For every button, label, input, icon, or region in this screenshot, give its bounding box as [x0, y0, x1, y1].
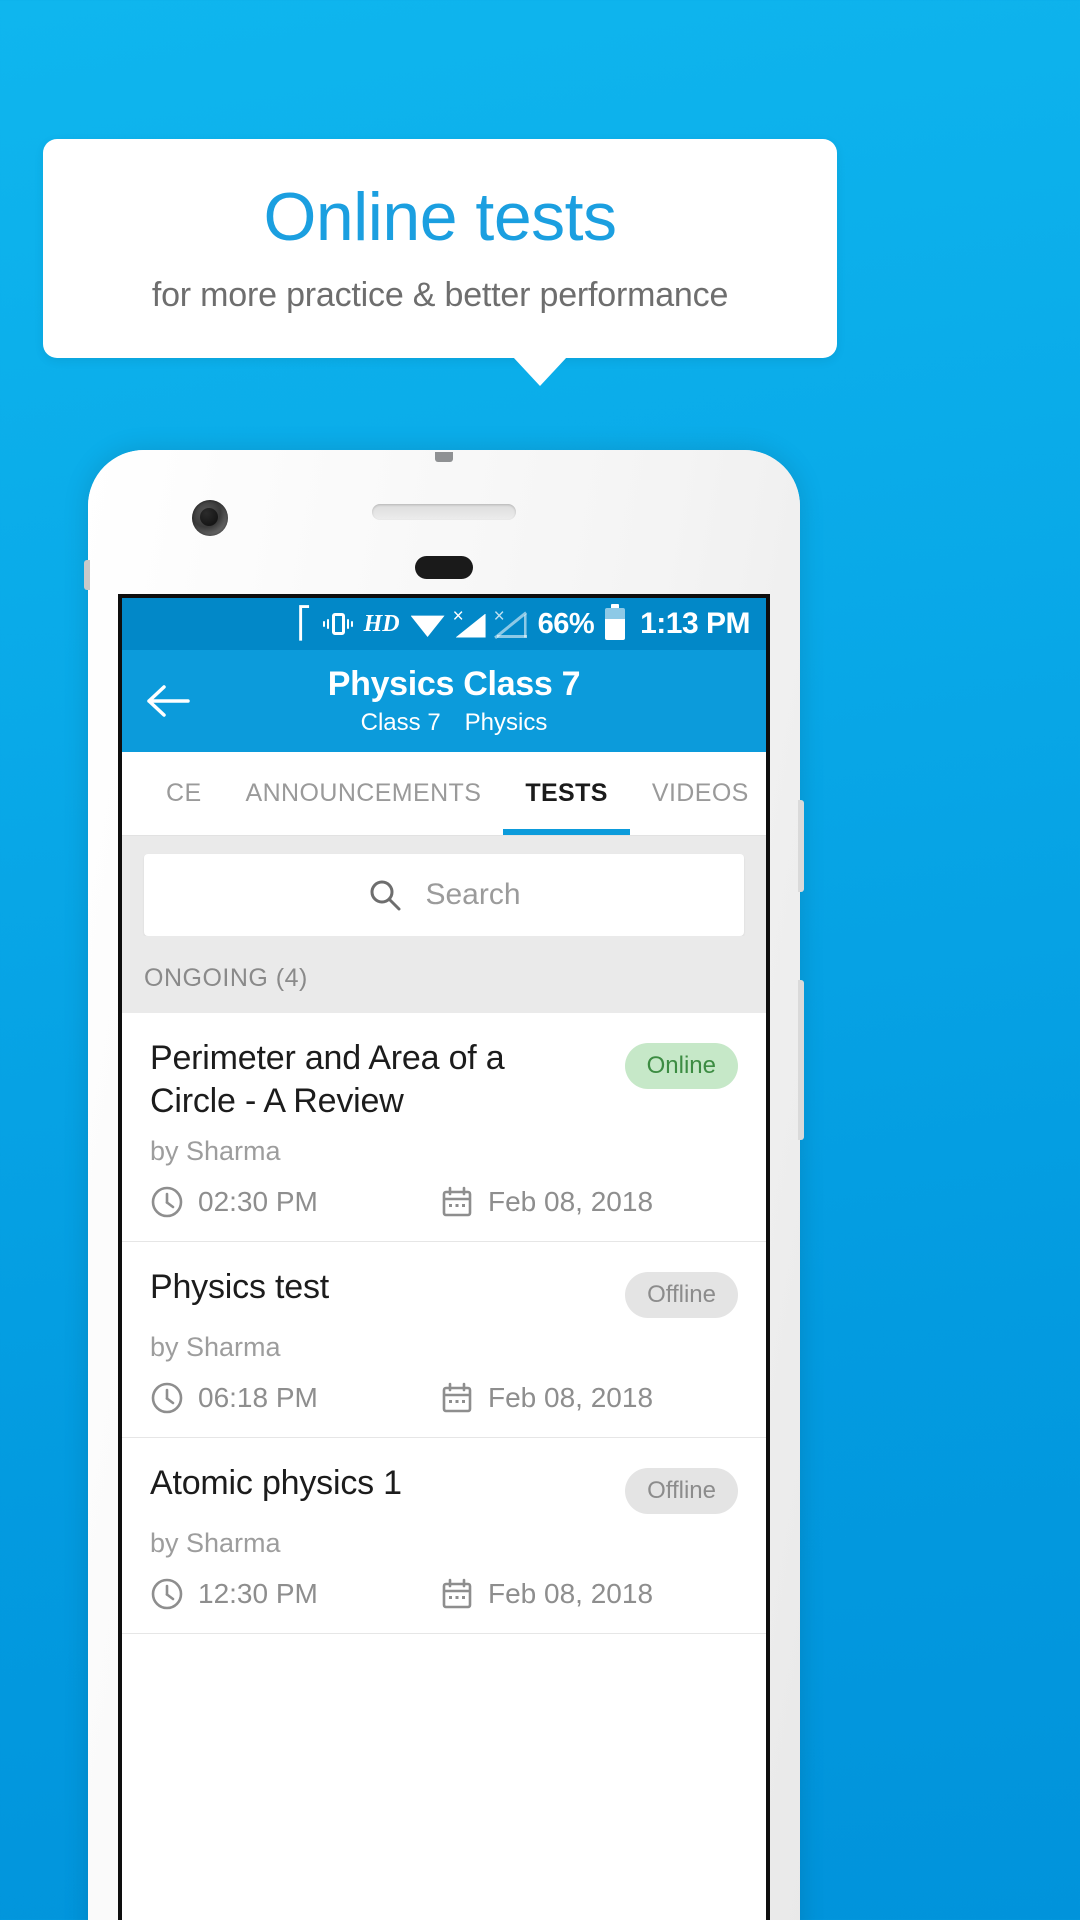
earpiece-speaker: [372, 504, 516, 520]
test-date: Feb 08, 2018: [488, 1186, 654, 1217]
wifi-icon: [410, 615, 445, 637]
clock-icon: [150, 1381, 184, 1415]
card-top-row: Atomic physics 1 Offline: [150, 1462, 738, 1514]
breadcrumb-class: Class 7: [360, 709, 441, 737]
tab-tests[interactable]: TESTS: [503, 752, 630, 835]
breadcrumb-subject: Physics: [464, 709, 548, 737]
test-date: Feb 08, 2018: [488, 1578, 654, 1609]
test-time: 12:30 PM: [198, 1578, 318, 1609]
bluetooth-icon: ⎡: [296, 607, 312, 640]
test-card[interactable]: Physics test Offline by Sharma 06:18 PM: [122, 1242, 766, 1438]
phone-mockup: ⎡ HD × × 66% 1:13 PM Physics Class 7 Cla…: [84, 450, 804, 1920]
tab-ce[interactable]: CE: [144, 752, 224, 835]
test-time-group: 12:30 PM: [150, 1577, 440, 1611]
test-author: by Sharma: [150, 1332, 281, 1362]
callout-tail: [513, 357, 567, 386]
search-input[interactable]: Search: [144, 854, 744, 936]
signal-off-icon: ×: [494, 607, 527, 639]
app-bar: Physics Class 7 Class 7 Physics: [122, 650, 766, 752]
tab-bar: CE ANNOUNCEMENTS TESTS VIDEOS: [122, 752, 766, 836]
search-area: Search: [122, 836, 766, 936]
card-meta-row: 06:18 PM Feb 08, 2018: [150, 1381, 738, 1415]
status-badge: Online: [624, 1043, 738, 1089]
calendar-icon: [440, 1577, 474, 1611]
section-header-ongoing: ONGOING (4): [122, 936, 766, 1013]
back-arrow-icon[interactable]: [146, 683, 190, 719]
phone-top-notch: [435, 452, 453, 462]
status-badge: Offline: [625, 1468, 738, 1514]
card-top-row: Perimeter and Area of a Circle - A Revie…: [150, 1037, 738, 1122]
status-bar: ⎡ HD × × 66% 1:13 PM: [122, 598, 766, 650]
calendar-icon: [440, 1381, 474, 1415]
clock-icon: [150, 1185, 184, 1219]
test-date-group: Feb 08, 2018: [440, 1185, 653, 1219]
test-card[interactable]: Perimeter and Area of a Circle - A Revie…: [122, 1013, 766, 1242]
signal-icon: ×: [453, 607, 486, 638]
vibrate-icon: [322, 610, 353, 638]
test-date: Feb 08, 2018: [488, 1382, 654, 1413]
volume-button[interactable]: [798, 800, 804, 892]
promo-title: Online tests: [263, 179, 617, 256]
test-time: 06:18 PM: [198, 1382, 318, 1413]
tab-announcements[interactable]: ANNOUNCEMENTS: [224, 752, 504, 835]
battery-icon: [605, 604, 626, 640]
battery-percent: 66%: [537, 607, 595, 640]
status-time: 1:13 PM: [640, 607, 750, 640]
promo-subtitle: for more practice & better performance: [151, 275, 729, 314]
test-title: Physics test: [150, 1268, 329, 1306]
status-badge: Offline: [625, 1272, 738, 1318]
page-title: Physics Class 7: [327, 664, 581, 703]
front-camera-icon: [192, 500, 228, 536]
test-author: by Sharma: [150, 1136, 281, 1166]
phone-screen: ⎡ HD × × 66% 1:13 PM Physics Class 7 Cla…: [118, 594, 770, 1920]
test-time-group: 02:30 PM: [150, 1185, 440, 1219]
search-icon: [367, 877, 403, 913]
card-top-row: Physics test Offline: [150, 1266, 738, 1318]
test-time-group: 06:18 PM: [150, 1381, 440, 1415]
sensor-bar: [415, 556, 473, 579]
power-button[interactable]: [798, 980, 804, 1140]
card-meta-row: 02:30 PM Feb 08, 2018: [150, 1185, 738, 1219]
test-author: by Sharma: [150, 1528, 281, 1558]
test-time: 02:30 PM: [198, 1186, 318, 1217]
test-card[interactable]: Atomic physics 1 Offline by Sharma 12:30…: [122, 1438, 766, 1634]
card-meta-row: 12:30 PM Feb 08, 2018: [150, 1577, 738, 1611]
test-date-group: Feb 08, 2018: [440, 1381, 653, 1415]
tab-videos[interactable]: VIDEOS: [630, 752, 766, 835]
test-title: Atomic physics 1: [150, 1464, 402, 1502]
search-placeholder: Search: [425, 878, 521, 911]
hd-icon: HD: [363, 610, 400, 637]
app-bar-titles: Physics Class 7 Class 7 Physics: [122, 665, 766, 737]
promo-callout: Online tests for more practice & better …: [43, 139, 837, 358]
left-side-button[interactable]: [84, 560, 90, 590]
test-title: Perimeter and Area of a Circle - A Revie…: [150, 1039, 505, 1120]
calendar-icon: [440, 1185, 474, 1219]
clock-icon: [150, 1577, 184, 1611]
test-date-group: Feb 08, 2018: [440, 1577, 653, 1611]
breadcrumb: Class 7 Physics: [142, 709, 766, 737]
